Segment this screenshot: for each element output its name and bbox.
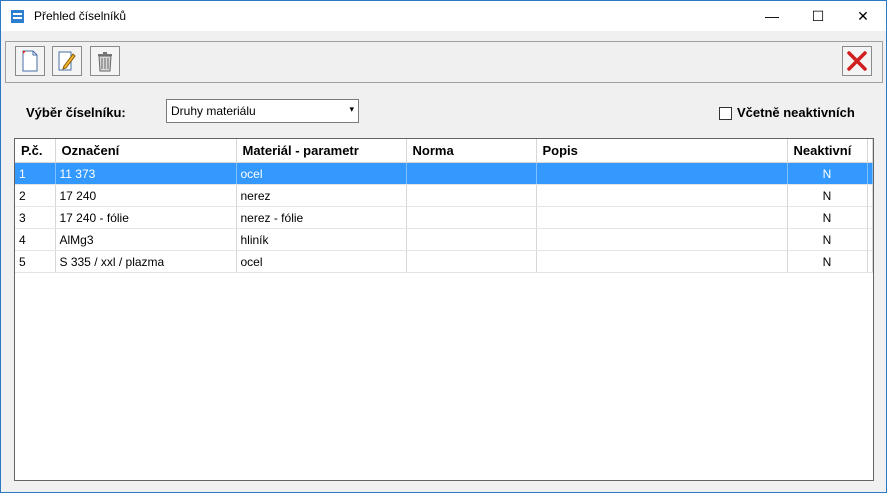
minimize-button[interactable]: — <box>749 1 795 31</box>
cell-description <box>536 228 788 251</box>
cell-description <box>536 206 788 229</box>
title-bar[interactable]: Přehled číselníků — ☐ ✕ <box>1 1 886 31</box>
cell-spacer <box>867 162 873 185</box>
table-row[interactable]: 4 AlMg3 hliník N <box>15 228 873 251</box>
catalog-table[interactable]: P.č. Označení Materiál - parametr Norma … <box>14 138 874 481</box>
cell-norm <box>406 228 537 251</box>
cell-description <box>536 250 788 273</box>
cell-spacer <box>867 206 873 229</box>
catalog-select[interactable]: Druhy materiálu ▾ <box>166 99 359 123</box>
cell-material-parameter: nerez - fólie <box>236 206 407 229</box>
cell-number: 3 <box>15 206 56 229</box>
toolbar <box>5 41 883 83</box>
cell-inactive: N <box>787 184 868 207</box>
cell-number: 4 <box>15 228 56 251</box>
cell-norm <box>406 250 537 273</box>
column-header-norm[interactable]: Norma <box>406 139 537 163</box>
trash-icon <box>98 52 112 72</box>
close-button[interactable]: ✕ <box>840 1 886 31</box>
new-record-button[interactable] <box>15 46 45 76</box>
cell-number: 2 <box>15 184 56 207</box>
include-inactive-checkbox[interactable] <box>719 107 732 120</box>
column-header-description[interactable]: Popis <box>536 139 788 163</box>
cell-inactive: N <box>787 162 868 185</box>
table-header: P.č. Označení Materiál - parametr Norma … <box>15 139 873 163</box>
cell-designation: S 335 / xxl / plazma <box>55 250 237 273</box>
window: Přehled číselníků — ☐ ✕ Výběr číselníku:… <box>0 0 887 493</box>
table-row[interactable]: 5 S 335 / xxl / plazma ocel N <box>15 250 873 273</box>
cell-inactive: N <box>787 250 868 273</box>
new-document-icon <box>22 50 38 72</box>
column-header-spacer <box>867 139 873 163</box>
cell-designation: AlMg3 <box>55 228 237 251</box>
column-header-material-parameter[interactable]: Materiál - parametr <box>236 139 407 163</box>
cell-norm <box>406 184 537 207</box>
include-inactive-label[interactable]: Včetně neaktivních <box>737 105 855 120</box>
column-header-number[interactable]: P.č. <box>15 139 56 163</box>
chevron-down-icon: ▾ <box>349 104 354 114</box>
cell-material-parameter: ocel <box>236 162 407 185</box>
column-header-designation[interactable]: Označení <box>55 139 237 163</box>
cell-spacer <box>867 250 873 273</box>
window-title: Přehled číselníků <box>34 9 127 23</box>
delete-record-button[interactable] <box>90 46 120 76</box>
cell-designation: 11 373 <box>55 162 237 185</box>
exit-x-icon <box>847 51 867 71</box>
cell-inactive: N <box>787 228 868 251</box>
cell-designation: 17 240 - fólie <box>55 206 237 229</box>
cell-material-parameter: ocel <box>236 250 407 273</box>
table-row[interactable]: 1 11 373 ocel N <box>15 162 873 185</box>
cell-material-parameter: nerez <box>236 184 407 207</box>
cell-designation: 17 240 <box>55 184 237 207</box>
cell-number: 1 <box>15 162 56 185</box>
cell-description <box>536 162 788 185</box>
catalog-select-value: Druhy materiálu <box>171 104 256 118</box>
cell-description <box>536 184 788 207</box>
app-icon <box>11 10 24 23</box>
cell-norm <box>406 162 537 185</box>
cell-spacer <box>867 228 873 251</box>
column-header-inactive[interactable]: Neaktivní <box>787 139 868 163</box>
cell-number: 5 <box>15 250 56 273</box>
catalog-select-label: Výběr číselníku: <box>26 105 126 120</box>
cell-material-parameter: hliník <box>236 228 407 251</box>
cell-spacer <box>867 184 873 207</box>
edit-record-button[interactable] <box>52 46 82 76</box>
cell-inactive: N <box>787 206 868 229</box>
exit-button[interactable] <box>842 46 872 76</box>
maximize-button[interactable]: ☐ <box>795 1 841 31</box>
cell-norm <box>406 206 537 229</box>
edit-icon <box>58 51 76 71</box>
table-row[interactable]: 2 17 240 nerez N <box>15 184 873 207</box>
table-row[interactable]: 3 17 240 - fólie nerez - fólie N <box>15 206 873 229</box>
